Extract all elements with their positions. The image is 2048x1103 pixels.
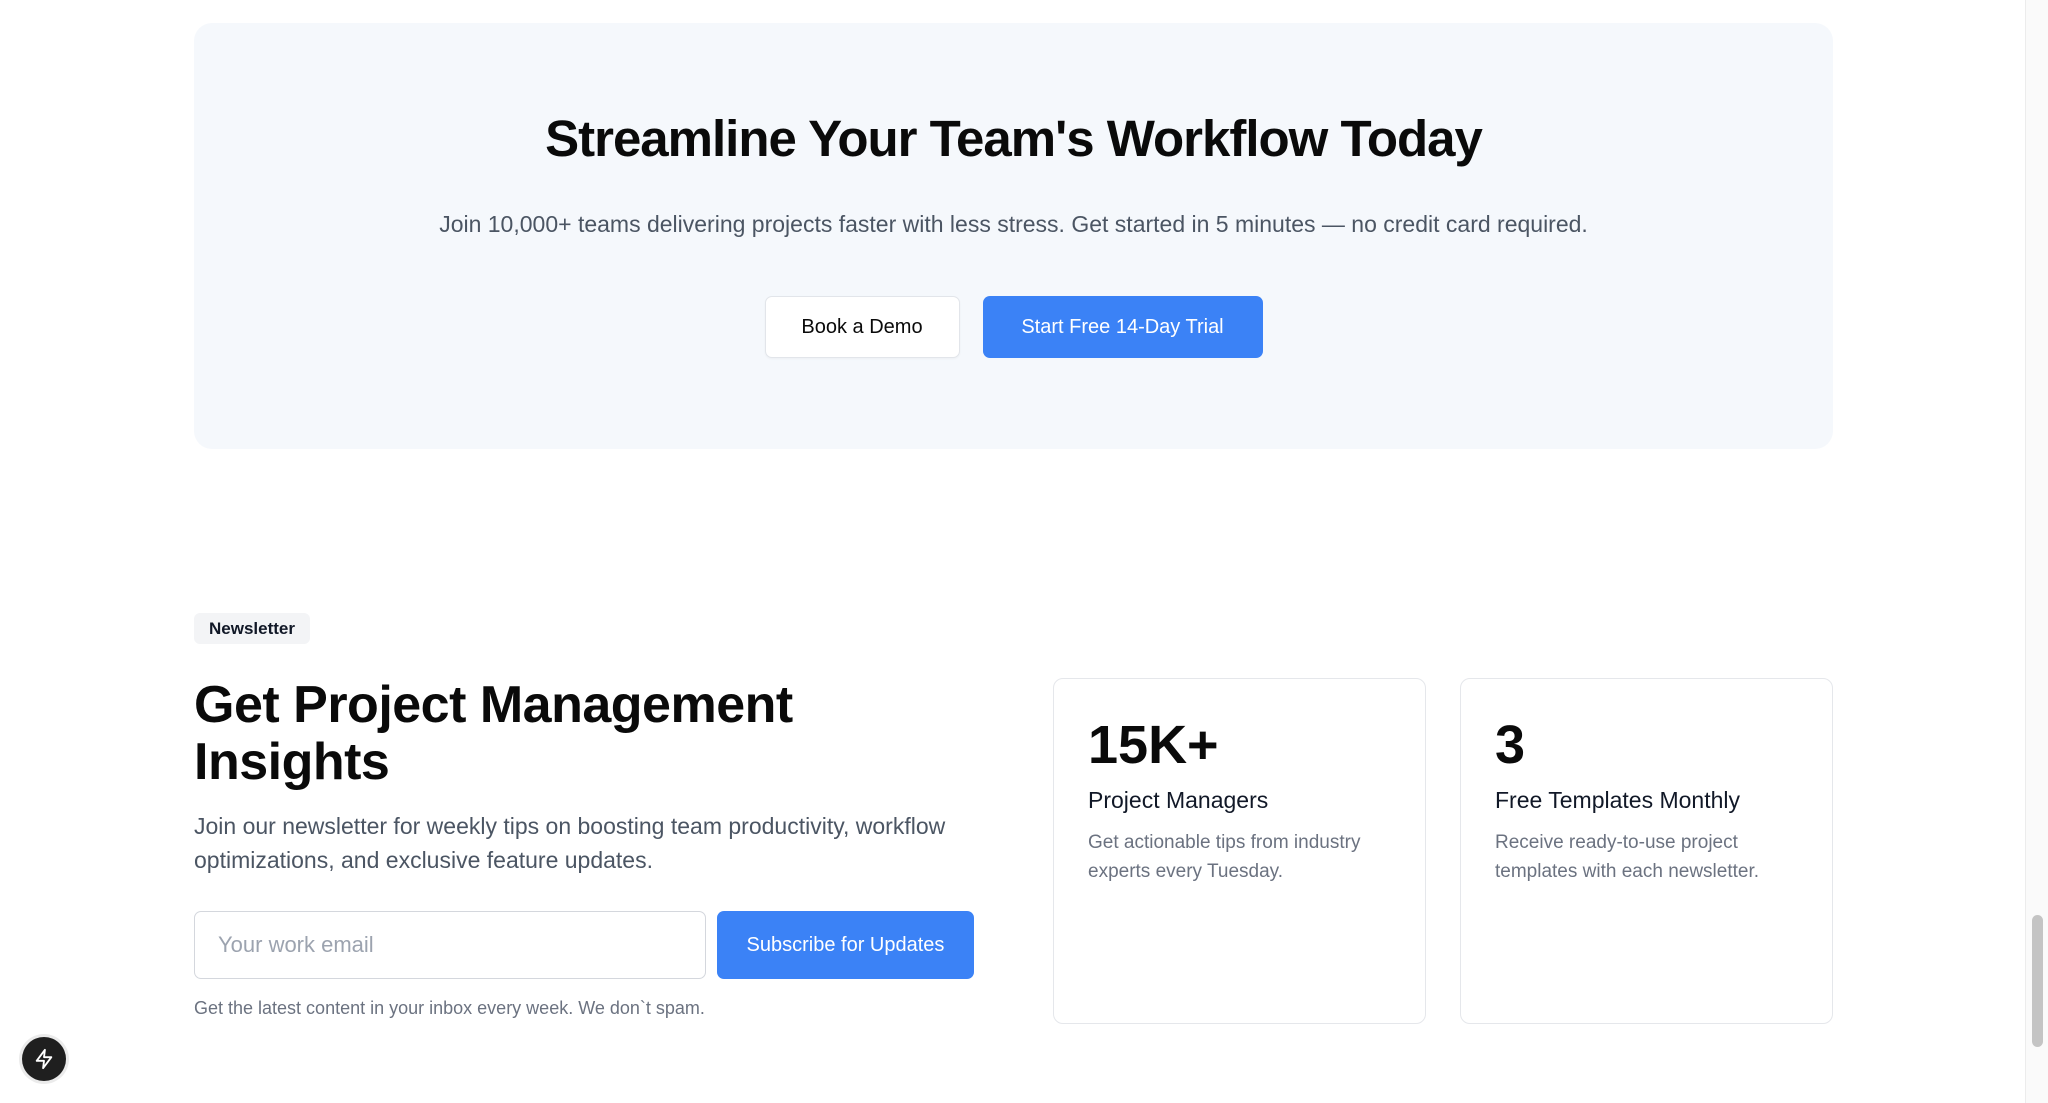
stat-label: Project Managers xyxy=(1088,787,1269,813)
stat-value: 15K+ xyxy=(1088,715,1219,775)
stat-label: Free Templates Monthly xyxy=(1495,787,1741,813)
stat-description: Get actionable tips from industry expert… xyxy=(1088,832,1361,882)
scrollbar-thumb[interactable] xyxy=(2032,915,2043,1047)
stat-card-free-templates: 3 Free Templates Monthly Receive ready-t… xyxy=(1460,678,1833,1024)
cta-title: Streamline Your Team's Workflow Today xyxy=(545,110,1483,167)
cta-subtitle: Join 10,000+ teams delivering projects f… xyxy=(439,211,1588,237)
subscribe-button[interactable]: Subscribe for Updates xyxy=(717,911,974,979)
newsletter-note: Get the latest content in your inbox eve… xyxy=(194,998,705,1018)
lightning-bolt-icon xyxy=(35,1048,53,1070)
stat-value: 3 xyxy=(1495,715,1526,775)
cta-section: Streamline Your Team's Workflow Today Jo… xyxy=(194,23,1833,449)
stat-card-project-managers: 15K+ Project Managers Get actionable tip… xyxy=(1053,678,1426,1024)
cta-button-group: Book a Demo Start Free 14-Day Trial xyxy=(194,296,1833,358)
newsletter-description: Join our newsletter for weekly tips on b… xyxy=(194,813,946,873)
email-input[interactable] xyxy=(194,911,706,979)
newsletter-title: Get Project Management Insights xyxy=(194,676,793,791)
newsletter-badge: Newsletter xyxy=(194,613,310,644)
floating-action-button[interactable] xyxy=(22,1037,66,1081)
book-demo-button[interactable]: Book a Demo xyxy=(764,296,960,358)
stat-description: Receive ready-to-use project templates w… xyxy=(1495,832,1760,882)
start-trial-button[interactable]: Start Free 14-Day Trial xyxy=(982,296,1263,358)
page: Streamline Your Team's Workflow Today Jo… xyxy=(0,0,2048,1103)
